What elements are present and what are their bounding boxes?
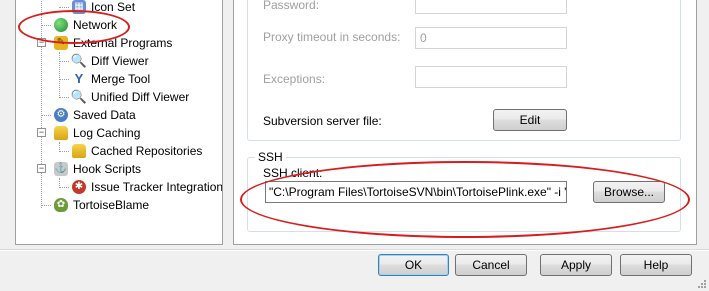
- collapse-toggle[interactable]: −: [37, 38, 46, 47]
- ssh-group-title: SSH: [255, 150, 286, 164]
- tree-item-label: TortoiseBlame: [73, 198, 150, 212]
- cached-repositories-icon: [72, 144, 86, 158]
- divider: [0, 250, 709, 251]
- tree-item-unified-diff-viewer[interactable]: 🔍 Unified Diff Viewer: [16, 88, 222, 106]
- tree-item-issue-tracker-integration[interactable]: ✱ Issue Tracker Integration: [16, 178, 222, 196]
- external-programs-icon: ✎: [54, 36, 68, 50]
- ok-button[interactable]: OK: [378, 254, 449, 276]
- tortoiseblame-icon: ✿: [54, 198, 68, 212]
- tree-item-network[interactable]: Network: [16, 16, 222, 34]
- collapse-toggle[interactable]: −: [37, 128, 46, 137]
- tree-item-cached-repositories[interactable]: Cached Repositories: [16, 142, 222, 160]
- tree-item-external-programs[interactable]: − ✎ External Programs: [16, 34, 222, 52]
- tree-item-label: Icon Set: [91, 0, 136, 14]
- tree-item-label: Saved Data: [73, 108, 136, 122]
- tree-item-label: Issue Tracker Integration: [91, 180, 223, 194]
- ssh-client-field[interactable]: "C:\Program Files\TortoiseSVN\bin\Tortoi…: [265, 181, 567, 203]
- cancel-button[interactable]: Cancel: [455, 254, 527, 276]
- exceptions-field[interactable]: [415, 66, 567, 88]
- tree-item-diff-viewer[interactable]: 🔍 Diff Viewer: [16, 52, 222, 70]
- help-button[interactable]: Help: [620, 254, 692, 276]
- tree-item-label: Cached Repositories: [91, 144, 203, 158]
- unified-diff-icon: 🔍: [70, 89, 88, 104]
- collapse-toggle[interactable]: −: [37, 164, 46, 173]
- tree-item-hook-scripts[interactable]: − ⚓ Hook Scripts: [16, 160, 222, 178]
- icon-set-icon: ▦: [72, 0, 86, 14]
- subversion-server-file-label: Subversion server file:: [263, 114, 382, 128]
- tree-item-label: External Programs: [73, 36, 173, 50]
- tree-item-icon-set[interactable]: ▦ Icon Set: [16, 0, 222, 16]
- tree-item-label: Unified Diff Viewer: [91, 90, 190, 104]
- tree-item-label: Diff Viewer: [91, 54, 149, 68]
- edit-button[interactable]: Edit: [493, 109, 567, 131]
- diff-viewer-icon: 🔍: [70, 53, 88, 68]
- settings-tree[interactable]: ▦ Icon Set Network − ✎ External Programs…: [15, 0, 223, 245]
- tree-item-label: Merge Tool: [91, 72, 151, 86]
- password-field[interactable]: [415, 0, 567, 14]
- saved-data-icon: ⚙: [54, 108, 68, 122]
- exceptions-label: Exceptions:: [263, 72, 326, 86]
- apply-button[interactable]: Apply: [540, 254, 612, 276]
- password-label: Password:: [263, 0, 320, 12]
- ssh-client-label: SSH client:: [263, 166, 323, 180]
- tree-item-merge-tool[interactable]: Y Merge Tool: [16, 70, 222, 88]
- proxy-timeout-label: Proxy timeout in seconds:: [263, 30, 401, 44]
- bug-icon: ✱: [72, 180, 86, 194]
- proxy-timeout-field[interactable]: 0: [415, 27, 567, 49]
- tree-item-saved-data[interactable]: ⚙ Saved Data: [16, 106, 222, 124]
- tree-item-log-caching[interactable]: − Log Caching: [16, 124, 222, 142]
- tree-item-tortoiseblame[interactable]: ✿ TortoiseBlame: [16, 196, 222, 214]
- network-globe-icon: [54, 18, 68, 32]
- tree-item-label: Log Caching: [73, 126, 141, 140]
- tree-item-label: Network: [73, 18, 118, 32]
- resize-grip-icon[interactable]: [697, 279, 707, 289]
- merge-tool-icon: Y: [74, 71, 84, 86]
- browse-button[interactable]: Browse...: [593, 181, 665, 203]
- log-caching-icon: [54, 126, 68, 140]
- tree-item-label: Hook Scripts: [73, 162, 142, 176]
- hook-scripts-icon: ⚓: [54, 162, 68, 176]
